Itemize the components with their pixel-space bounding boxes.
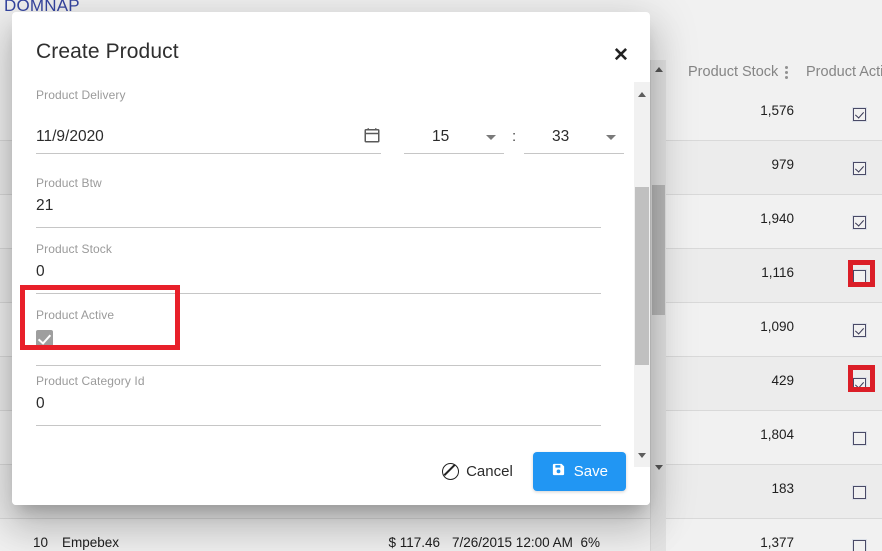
field-label: Product Stock xyxy=(36,242,113,256)
cancel-button[interactable]: Cancel xyxy=(432,455,523,488)
cancel-button-label: Cancel xyxy=(466,462,513,480)
field-underline xyxy=(524,153,624,154)
field-underline xyxy=(36,153,381,154)
floppy-disk-icon xyxy=(551,462,566,481)
product-stock-input[interactable]: 0 xyxy=(36,256,601,284)
dialog-title: Create Product xyxy=(36,40,179,63)
save-button-label: Save xyxy=(573,462,608,480)
close-icon[interactable]: ✕ xyxy=(604,38,638,72)
calendar-icon[interactable] xyxy=(363,126,381,144)
field-label: Product Delivery xyxy=(36,88,126,102)
chevron-down-icon[interactable] xyxy=(606,135,616,140)
product-delivery-hour-value: 15 xyxy=(432,128,450,145)
field-product-stock[interactable]: Product Stock 0 xyxy=(36,242,601,294)
dialog-body: Product Delivery 11/9/2020 15: 33 Produ… xyxy=(12,82,650,467)
field-product-delivery: Product Delivery xyxy=(36,88,601,102)
field-underline xyxy=(36,425,601,426)
dialog-vertical-scrollbar[interactable] xyxy=(634,82,650,467)
product-delivery-date-input[interactable]: 11/9/2020 xyxy=(36,102,381,154)
field-underline xyxy=(36,293,601,294)
scroll-down-arrow-icon[interactable] xyxy=(634,447,650,463)
product-category-id-input[interactable]: 0 xyxy=(36,388,601,416)
product-delivery-minute-select[interactable]: 33 xyxy=(524,102,624,154)
product-delivery-hour-select[interactable]: 15 xyxy=(404,102,504,154)
time-separator: : xyxy=(512,128,517,145)
field-underline xyxy=(404,153,504,154)
scrollbar-thumb[interactable] xyxy=(635,187,649,365)
dialog-footer: Cancel Save xyxy=(12,437,650,505)
chevron-down-icon[interactable] xyxy=(486,135,496,140)
scroll-up-arrow-icon[interactable] xyxy=(634,86,650,102)
product-delivery-row: 11/9/2020 15: 33 xyxy=(36,102,624,154)
field-product-btw[interactable]: Product Btw 21 xyxy=(36,176,601,228)
field-product-category-id[interactable]: Product Category Id 0 xyxy=(36,374,601,426)
field-label: Product Category Id xyxy=(36,374,145,388)
field-label: Product Active xyxy=(36,308,115,322)
field-underline xyxy=(36,365,601,366)
product-btw-input[interactable]: 21 xyxy=(36,190,601,218)
product-delivery-date-value: 11/9/2020 xyxy=(36,128,104,145)
field-label: Product Btw xyxy=(36,176,102,190)
create-product-dialog: Create Product ✕ Product Delivery 11/9/2… xyxy=(12,12,650,505)
product-active-checkbox[interactable] xyxy=(36,330,53,347)
dialog-form: Product Delivery 11/9/2020 15: 33 Produ… xyxy=(12,82,625,467)
product-delivery-minute-value: 33 xyxy=(552,128,570,145)
save-button[interactable]: Save xyxy=(532,451,626,491)
block-icon xyxy=(442,462,460,480)
field-product-active[interactable]: Product Active xyxy=(36,308,601,366)
field-underline xyxy=(36,227,601,228)
